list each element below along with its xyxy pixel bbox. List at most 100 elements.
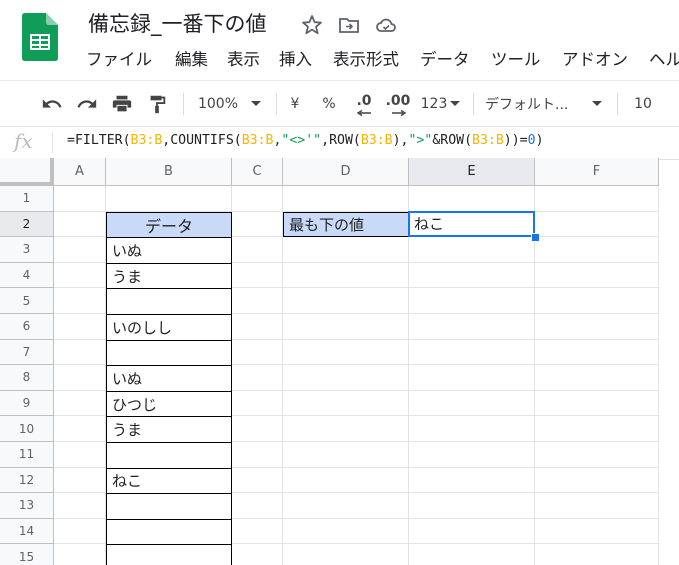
cell-a11[interactable] [54,442,106,468]
cell-c9[interactable] [232,390,283,417]
fill-handle[interactable] [531,233,540,243]
cell-c7[interactable] [232,339,283,366]
cell-b1[interactable] [106,186,232,212]
cell-f4[interactable] [535,262,659,289]
cell-f12[interactable] [535,467,659,494]
menu-addons[interactable]: アドオン [562,46,628,70]
percent-format-button[interactable]: % [318,81,340,126]
menu-insert[interactable]: 挿入 [279,46,312,70]
cell-a3[interactable] [54,237,106,263]
cell-c4[interactable] [232,262,283,289]
zoom-select[interactable]: 100% [194,81,242,126]
row-header-7[interactable]: 7 [0,339,54,366]
row-header-2[interactable]: 2 [0,211,54,238]
cell-d15[interactable] [283,544,409,565]
cell-b6[interactable]: いのしし [106,314,232,341]
cloud-saved-icon[interactable] [374,13,398,37]
cell-d3[interactable] [283,237,409,263]
formula-input[interactable]: =FILTER(B3:B,COUNTIFS(B3:B,"<>'",ROW(B3:… [67,133,544,148]
row-header-13[interactable]: 13 [0,493,54,519]
column-header-e[interactable]: E [409,158,535,186]
cell-e10[interactable] [409,416,535,442]
cell-a8[interactable] [54,365,106,391]
cell-b15[interactable] [106,544,232,565]
column-header-a[interactable]: A [54,158,106,186]
cell-f2[interactable] [535,211,659,238]
cell-e8[interactable] [409,365,535,391]
cell-f11[interactable] [535,442,659,468]
currency-format-button[interactable]: ¥ [284,81,306,126]
column-header-b[interactable]: B [106,158,232,186]
font-dropdown-icon[interactable] [590,81,604,126]
cell-a5[interactable] [54,288,106,314]
cell-c6[interactable] [232,314,283,340]
cell-a6[interactable] [54,314,106,340]
select-all-corner[interactable] [0,158,54,186]
cell-e3[interactable] [409,237,535,263]
menu-edit[interactable]: 編集 [175,46,208,70]
cell-e1[interactable] [409,186,535,212]
cell-e12[interactable] [409,467,535,494]
cell-d14[interactable] [283,518,409,545]
cell-e13[interactable] [409,493,535,519]
cell-b14[interactable] [106,518,232,546]
menu-file[interactable]: ファイル [86,46,152,70]
cell-a13[interactable] [54,493,106,519]
cell-d13[interactable] [283,493,409,519]
cell-c13[interactable] [232,493,283,519]
menu-format[interactable]: 表示形式 [333,46,399,70]
cell-e4[interactable] [409,262,535,289]
star-icon[interactable] [300,13,324,37]
cell-c3[interactable] [232,237,283,263]
cell-b8[interactable]: いぬ [106,365,232,392]
cell-f3[interactable] [535,237,659,263]
cell-b9[interactable]: ひつじ [106,390,232,418]
cell-f8[interactable] [535,365,659,391]
cell-b13[interactable] [106,493,232,520]
row-header-12[interactable]: 12 [0,467,54,494]
cell-b10[interactable]: うま [106,416,232,443]
font-select[interactable]: デフォルト... [485,81,583,126]
row-header-14[interactable]: 14 [0,518,54,545]
cell-a4[interactable] [54,262,106,289]
cell-c10[interactable] [232,416,283,442]
cell-e7[interactable] [409,339,535,366]
cell-f5[interactable] [535,288,659,314]
cell-c14[interactable] [232,518,283,545]
cell-a10[interactable] [54,416,106,442]
cell-f1[interactable] [535,186,659,212]
cell-c11[interactable] [232,442,283,468]
cell-d5[interactable] [283,288,409,314]
cell-c1[interactable] [232,186,283,212]
cell-d9[interactable] [283,390,409,417]
cell-a2[interactable] [54,211,106,238]
cell-c2[interactable] [232,211,283,238]
cell-d10[interactable] [283,416,409,442]
move-to-folder-icon[interactable] [337,13,361,37]
cell-a7[interactable] [54,339,106,366]
cell-b5[interactable] [106,288,232,315]
row-header-10[interactable]: 10 [0,416,54,442]
cell-a12[interactable] [54,467,106,494]
row-header-5[interactable]: 5 [0,288,54,314]
increase-decimal-button[interactable]: .00 [383,81,413,126]
cell-b11[interactable] [106,442,232,469]
cell-b7[interactable] [106,339,232,367]
cell-b3[interactable]: いぬ [106,237,232,264]
cell-a1[interactable] [54,186,106,212]
document-title[interactable]: 備忘録_一番下の値 [88,8,267,38]
row-header-4[interactable]: 4 [0,262,54,289]
menu-data[interactable]: データ [420,46,470,70]
google-sheets-logo[interactable] [22,13,58,61]
cell-d7[interactable] [283,339,409,366]
cell-d8[interactable] [283,365,409,391]
cell-d12[interactable] [283,467,409,494]
cell-b12[interactable]: ねこ [106,467,232,495]
row-header-1[interactable]: 1 [0,186,54,212]
row-header-15[interactable]: 15 [0,544,54,565]
cell-e6[interactable] [409,314,535,340]
cell-d2[interactable]: 最も下の値 [283,211,409,238]
cell-d4[interactable] [283,262,409,289]
redo-icon[interactable] [73,81,101,126]
cell-e15[interactable] [409,544,535,565]
